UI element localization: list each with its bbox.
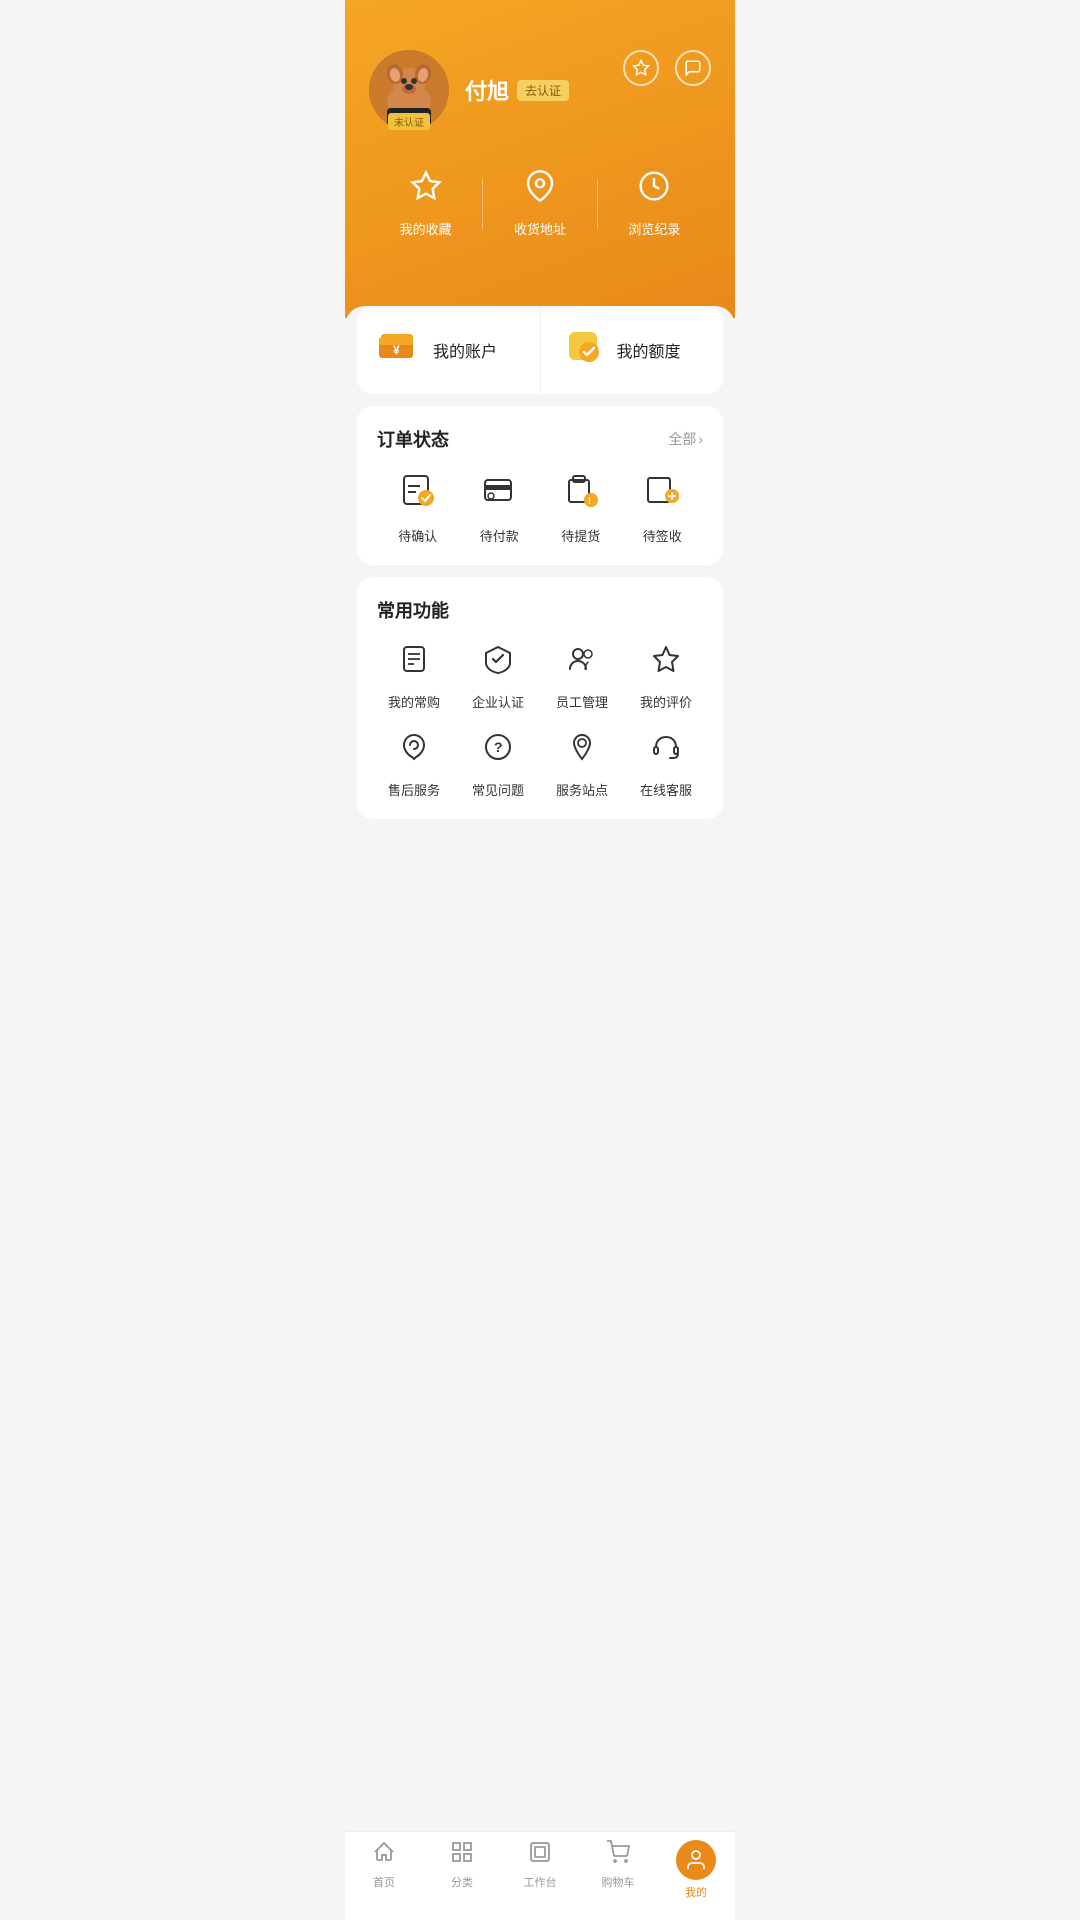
svg-text:!: ! <box>588 496 591 506</box>
feature-reviews[interactable]: 我的评价 <box>629 643 703 711</box>
feature-enterprise[interactable]: 企业认证 <box>461 643 535 711</box>
account-row: ¥ 我的账户 我的额度 <box>357 306 723 394</box>
unverified-badge: 未认证 <box>388 113 430 130</box>
nav-home[interactable]: 首页 <box>345 1840 423 1900</box>
servicepoints-icon <box>566 731 598 770</box>
order-icons-row: 待确认 待付款 <box>377 472 703 545</box>
nav-workbench[interactable]: 工作台 <box>501 1840 579 1900</box>
shortcut-history-label: 浏览纪录 <box>628 219 680 238</box>
my-credit-label: 我的额度 <box>617 338 681 362</box>
nav-cart[interactable]: 购物车 <box>579 1840 657 1900</box>
clock-icon <box>638 170 670 209</box>
sign-icon <box>644 472 680 516</box>
features-section-title: 常用功能 <box>377 597 449 623</box>
credit-icon <box>561 324 605 376</box>
account-wallet-icon: ¥ <box>377 324 421 376</box>
pickup-icon: ! <box>563 472 599 516</box>
avatar-wrap: 未认证 <box>369 50 449 130</box>
reviews-icon <box>650 643 682 682</box>
feature-aftersales-label: 售后服务 <box>388 780 440 799</box>
feature-enterprise-label: 企业认证 <box>472 692 524 711</box>
my-account-item[interactable]: ¥ 我的账户 <box>357 306 541 394</box>
order-confirm-label: 待确认 <box>398 526 437 545</box>
order-section-title: 订单状态 <box>377 426 449 452</box>
feature-reviews-label: 我的评价 <box>640 692 692 711</box>
nav-workbench-label: 工作台 <box>524 1874 557 1890</box>
category-icon <box>450 1840 474 1870</box>
my-account-label: 我的账户 <box>433 338 497 362</box>
feature-support-label: 在线客服 <box>640 780 692 799</box>
aftersales-icon <box>398 731 430 770</box>
feature-faq[interactable]: ? 常见问题 <box>461 731 535 799</box>
support-icon <box>650 731 682 770</box>
location-icon <box>524 170 556 209</box>
shortcut-history[interactable]: 浏览纪录 <box>598 170 711 238</box>
svg-text:¥: ¥ <box>393 343 400 357</box>
order-item-payment[interactable]: 待付款 <box>480 472 519 545</box>
workbench-icon <box>528 1840 552 1870</box>
order-payment-label: 待付款 <box>480 526 519 545</box>
order-pickup-label: 待提货 <box>561 526 600 545</box>
confirm-icon <box>400 472 436 516</box>
message-icon[interactable] <box>675 50 711 86</box>
feature-frequent-label: 我的常购 <box>388 692 440 711</box>
shortcuts-row: 我的收藏 收货地址 浏览纪录 <box>369 170 711 238</box>
shortcut-address[interactable]: 收货地址 <box>483 170 596 238</box>
mine-active-icon <box>676 1840 716 1880</box>
svg-text:?: ? <box>494 739 503 755</box>
feature-employees[interactable]: 员工管理 <box>545 643 619 711</box>
feature-faq-label: 常见问题 <box>472 780 524 799</box>
feature-frequent[interactable]: 我的常购 <box>377 643 451 711</box>
content-area: ¥ 我的账户 我的额度 订单状态 全部 › <box>345 306 735 921</box>
home-icon <box>372 1840 396 1870</box>
nav-category-label: 分类 <box>451 1874 473 1890</box>
cart-icon <box>606 1840 630 1870</box>
order-sign-label: 待签收 <box>643 526 682 545</box>
settings-icon[interactable] <box>623 50 659 86</box>
faq-icon: ? <box>482 731 514 770</box>
profile-info: 付旭 去认证 <box>465 74 569 106</box>
shortcut-favorites[interactable]: 我的收藏 <box>369 170 482 238</box>
frequent-icon <box>398 643 430 682</box>
features-section-header: 常用功能 <box>377 597 703 623</box>
verify-button[interactable]: 去认证 <box>517 80 569 101</box>
order-more-button[interactable]: 全部 › <box>668 429 703 449</box>
header-icons <box>623 50 711 86</box>
feature-support[interactable]: 在线客服 <box>629 731 703 799</box>
bottom-nav: 首页 分类 工作台 购物车 <box>345 1831 735 1920</box>
nav-mine-label: 我的 <box>685 1884 707 1900</box>
features-section: 常用功能 我的常购 <box>357 577 723 819</box>
order-item-sign[interactable]: 待签收 <box>643 472 682 545</box>
profile-name-row: 付旭 去认证 <box>465 74 569 106</box>
feature-aftersales[interactable]: 售后服务 <box>377 731 451 799</box>
nav-home-label: 首页 <box>373 1874 395 1890</box>
feature-employees-label: 员工管理 <box>556 692 608 711</box>
feature-servicepoints-label: 服务站点 <box>556 780 608 799</box>
star-icon <box>410 170 442 209</box>
payment-icon <box>481 472 517 516</box>
user-name: 付旭 <box>465 74 509 106</box>
feature-servicepoints[interactable]: 服务站点 <box>545 731 619 799</box>
header-section: 未认证 付旭 去认证 我的收藏 <box>345 0 735 318</box>
features-grid: 我的常购 企业认证 <box>377 643 703 799</box>
order-status-section: 订单状态 全部 › 待确认 <box>357 406 723 565</box>
employees-icon <box>566 643 598 682</box>
order-item-confirm[interactable]: 待确认 <box>398 472 437 545</box>
enterprise-icon <box>482 643 514 682</box>
nav-category[interactable]: 分类 <box>423 1840 501 1900</box>
order-item-pickup[interactable]: ! 待提货 <box>561 472 600 545</box>
my-credit-item[interactable]: 我的额度 <box>541 306 724 394</box>
shortcut-favorites-label: 我的收藏 <box>400 219 452 238</box>
order-section-header: 订单状态 全部 › <box>377 426 703 452</box>
nav-mine[interactable]: 我的 <box>657 1840 735 1900</box>
shortcut-address-label: 收货地址 <box>514 219 566 238</box>
nav-cart-label: 购物车 <box>602 1874 635 1890</box>
